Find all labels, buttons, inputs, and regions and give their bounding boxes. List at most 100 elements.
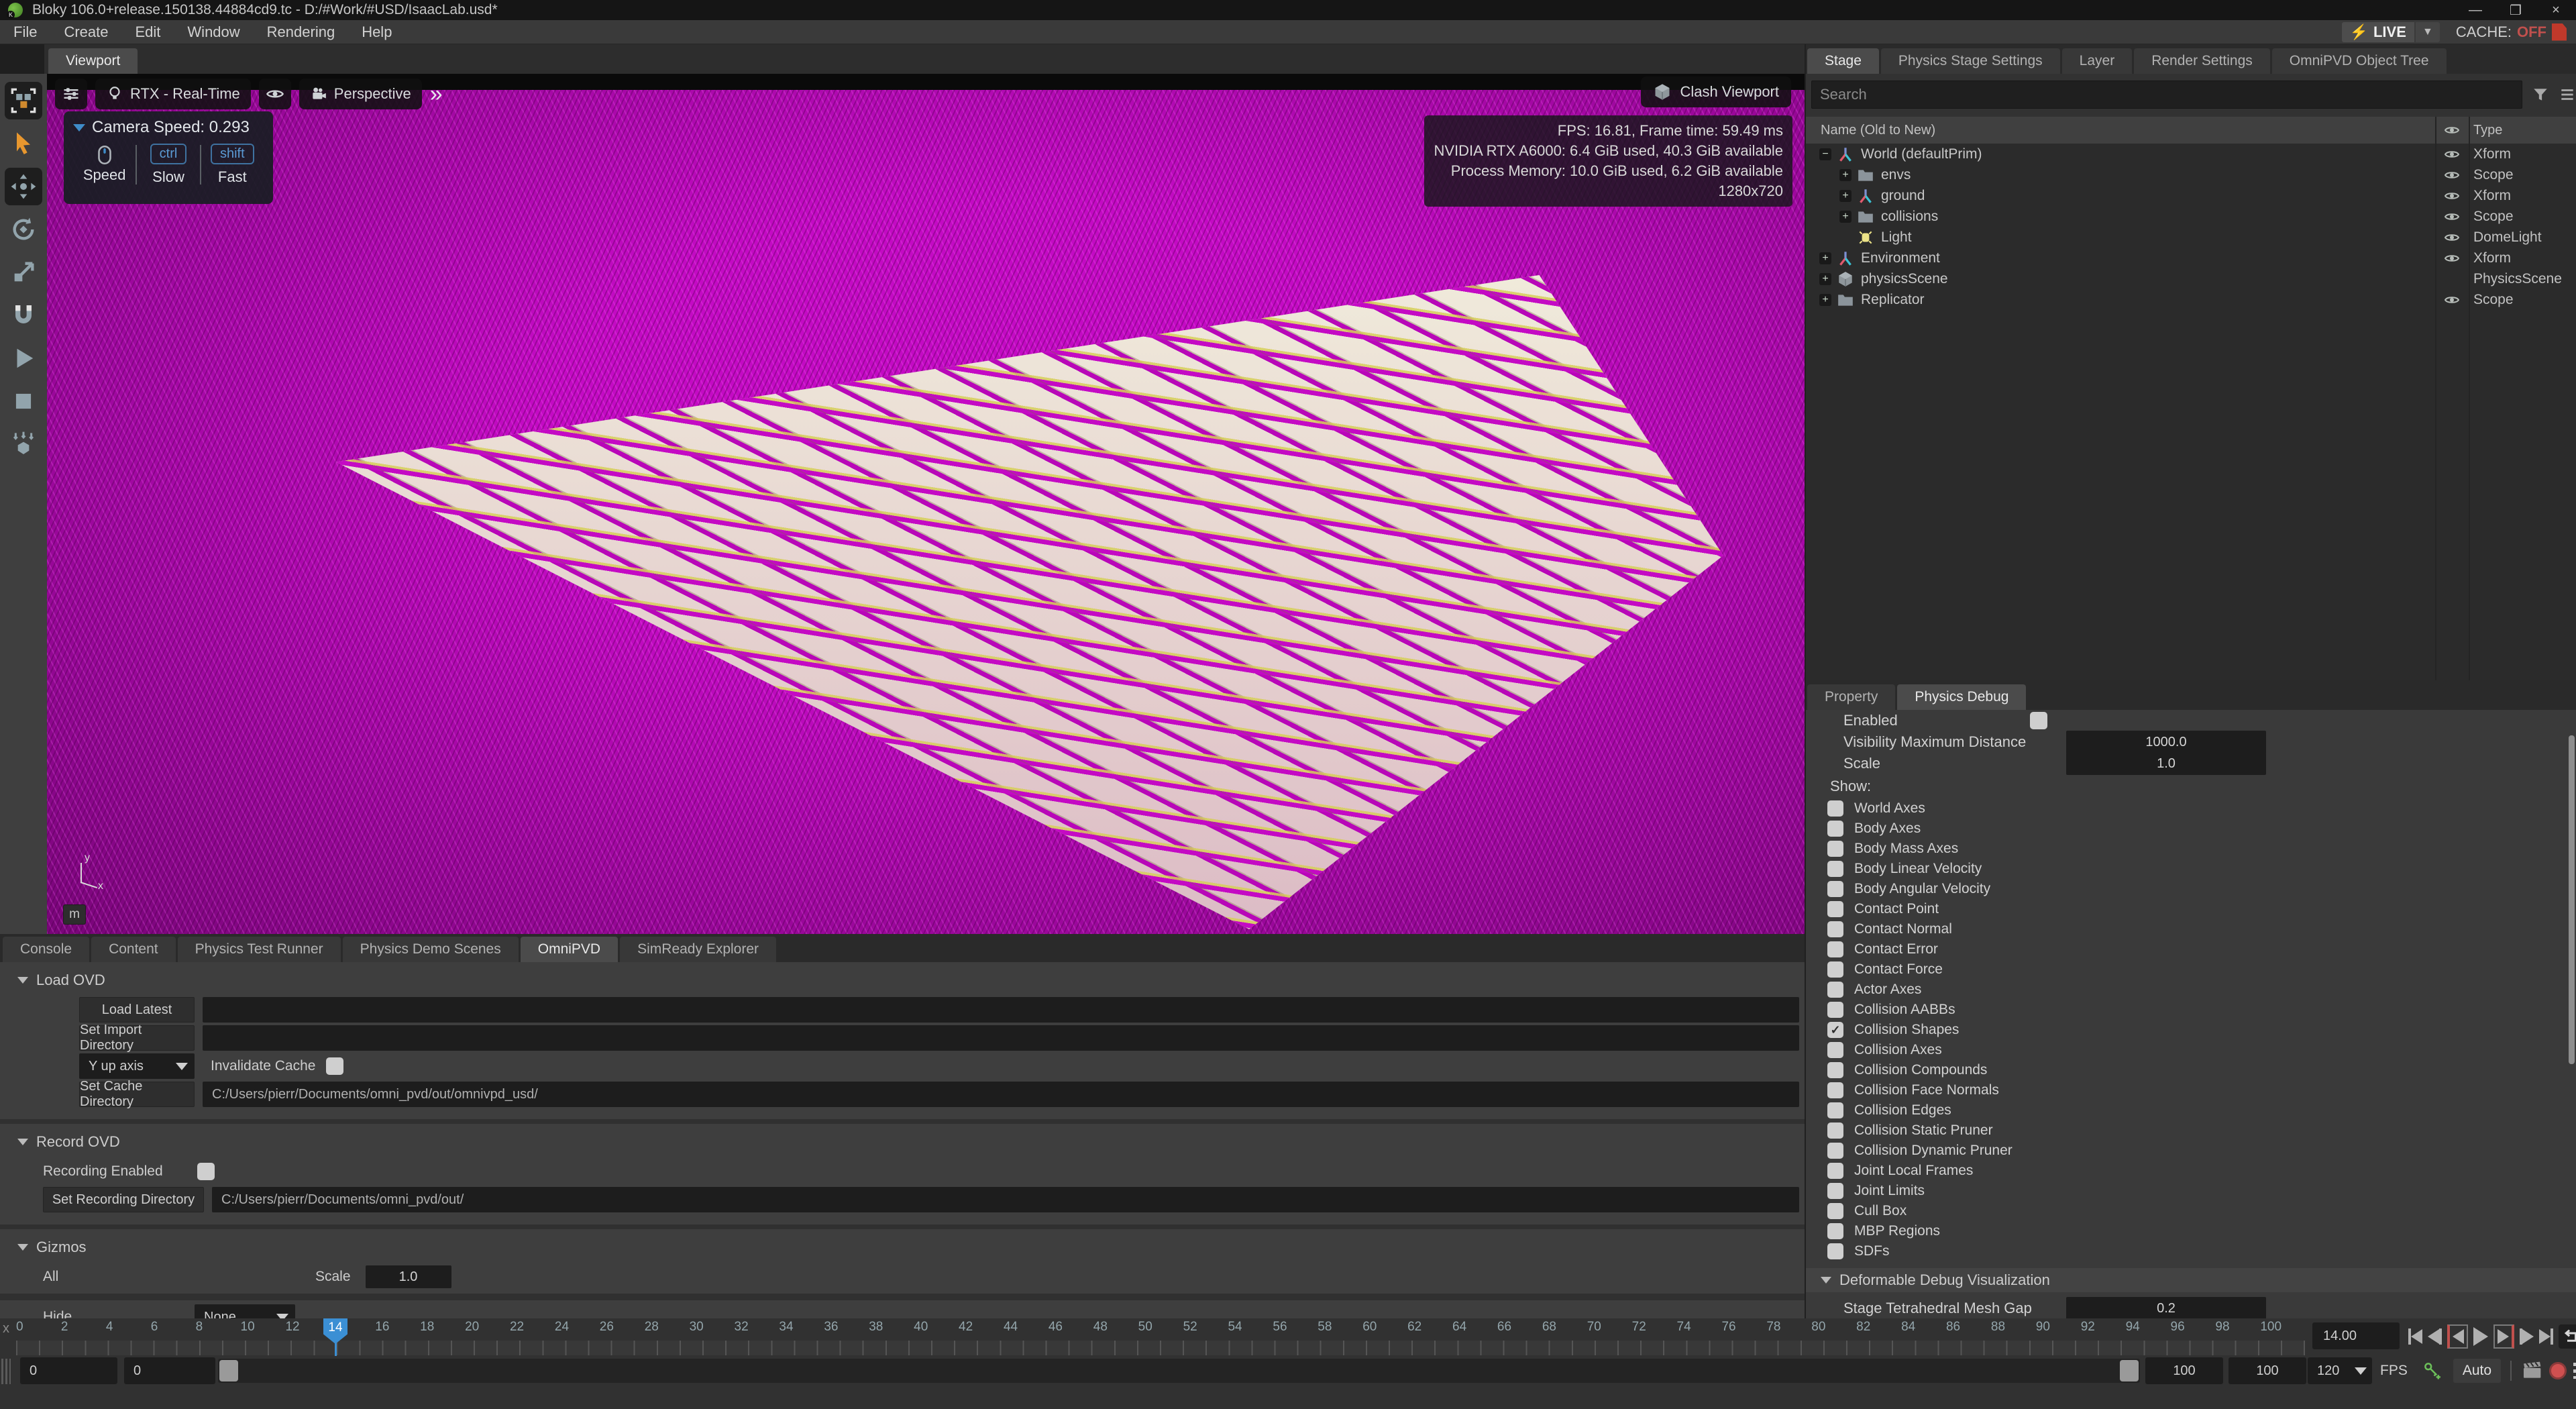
physics-drop-button[interactable] bbox=[5, 425, 42, 463]
stage-tree-row[interactable]: ground Xform bbox=[1806, 185, 2576, 206]
debug-option-row[interactable]: Collision Compounds bbox=[1827, 1060, 2576, 1080]
live-sync-button[interactable]: ⚡ LIVE bbox=[2342, 22, 2414, 42]
cache-directory-field[interactable]: C:/Users/pierr/Documents/omni_pvd/out/om… bbox=[203, 1082, 1799, 1107]
recording-enabled-checkbox[interactable] bbox=[197, 1163, 215, 1180]
list-options-icon[interactable] bbox=[2559, 86, 2576, 103]
debug-option-row[interactable]: World Axes bbox=[1827, 798, 2576, 819]
debug-option-checkbox[interactable] bbox=[1827, 841, 1843, 857]
debug-option-row[interactable]: Body Linear Velocity bbox=[1827, 859, 2576, 879]
debug-option-checkbox[interactable] bbox=[1827, 881, 1843, 897]
debug-option-row[interactable]: Collision Dynamic Pruner bbox=[1827, 1141, 2576, 1161]
timeline-ruler[interactable]: 0 2 4 6 8 10 12 14 16 18 20 22 bbox=[16, 1320, 2305, 1340]
load-latest-field[interactable] bbox=[203, 997, 1799, 1023]
auto-key-button[interactable]: Auto bbox=[2453, 1359, 2501, 1383]
add-keyframe-icon[interactable] bbox=[2422, 1361, 2443, 1381]
set-cache-directory-button[interactable]: Set Cache Directory bbox=[79, 1082, 195, 1107]
stage-tree-row[interactable]: Replicator Scope bbox=[1806, 289, 2576, 310]
cache-file-icon[interactable] bbox=[2552, 23, 2567, 41]
debug-option-checkbox[interactable] bbox=[1827, 1022, 1843, 1038]
property-panel-tab[interactable]: Property bbox=[1807, 684, 1895, 710]
current-frame-field[interactable]: 14.00 bbox=[2312, 1322, 2400, 1349]
timeline-zoom-scrollbar[interactable] bbox=[218, 1359, 2140, 1383]
debug-option-row[interactable]: Actor Axes bbox=[1827, 980, 2576, 1000]
debug-option-row[interactable]: Collision Static Pruner bbox=[1827, 1120, 2576, 1141]
debug-option-row[interactable]: Contact Error bbox=[1827, 939, 2576, 959]
expander-icon[interactable] bbox=[1819, 294, 1831, 306]
load-ovd-header[interactable]: Load OVD bbox=[0, 968, 1805, 994]
play-button[interactable] bbox=[5, 340, 42, 377]
debug-option-checkbox[interactable] bbox=[1827, 921, 1843, 937]
menu-item[interactable]: Create bbox=[50, 20, 121, 44]
expander-icon[interactable] bbox=[1819, 252, 1831, 264]
debug-option-checkbox[interactable] bbox=[1827, 1183, 1843, 1199]
close-button[interactable]: × bbox=[2536, 0, 2576, 20]
scrollbar-left-handle[interactable] bbox=[219, 1360, 238, 1381]
debug-option-checkbox[interactable] bbox=[1827, 1002, 1843, 1018]
visibility-eye-icon[interactable] bbox=[2440, 229, 2464, 246]
set-recording-directory-button[interactable]: Set Recording Directory bbox=[43, 1187, 204, 1212]
bottom-panel-tab[interactable]: Physics Demo Scenes bbox=[343, 937, 519, 962]
expander-icon[interactable] bbox=[1819, 148, 1831, 160]
type-column-header[interactable]: Type bbox=[2473, 123, 2502, 138]
step-forward-button[interactable] bbox=[2520, 1324, 2534, 1349]
debug-option-checkbox[interactable] bbox=[1827, 1082, 1843, 1098]
debug-option-row[interactable]: Collision AABBs bbox=[1827, 1000, 2576, 1020]
bottom-panel-tab[interactable]: SimReady Explorer bbox=[620, 937, 776, 962]
scrollbar-right-handle[interactable] bbox=[2120, 1360, 2139, 1381]
debug-option-row[interactable]: Contact Force bbox=[1827, 959, 2576, 980]
play-button-timeline[interactable] bbox=[2473, 1324, 2488, 1349]
panel-scrollbar[interactable] bbox=[2569, 735, 2575, 1064]
filter-icon[interactable] bbox=[2532, 86, 2549, 103]
debug-option-checkbox[interactable] bbox=[1827, 1243, 1843, 1259]
name-column-header[interactable]: Name (Old to New) bbox=[1821, 123, 1935, 138]
next-keyframe-button[interactable] bbox=[2493, 1324, 2514, 1349]
move-tool-button[interactable] bbox=[5, 168, 42, 205]
debug-option-checkbox[interactable] bbox=[1827, 961, 1843, 978]
selection-mode-button[interactable] bbox=[5, 82, 42, 119]
expander-icon[interactable] bbox=[1819, 273, 1831, 285]
loop-toggle-button[interactable] bbox=[2559, 1324, 2576, 1349]
visibility-eye-icon[interactable] bbox=[2440, 188, 2464, 204]
import-directory-field[interactable] bbox=[203, 1025, 1799, 1051]
invalidate-cache-checkbox[interactable] bbox=[326, 1057, 343, 1075]
debug-option-row[interactable]: Body Angular Velocity bbox=[1827, 879, 2576, 899]
bottom-panel-tab[interactable]: Physics Test Runner bbox=[178, 937, 341, 962]
menu-item[interactable]: File bbox=[0, 20, 50, 44]
debug-option-row[interactable]: Contact Point bbox=[1827, 899, 2576, 919]
debug-option-checkbox[interactable] bbox=[1827, 982, 1843, 998]
expander-icon[interactable] bbox=[1839, 190, 1851, 202]
range-start-field[interactable]: 0 bbox=[20, 1357, 117, 1384]
debug-option-row[interactable]: Collision Face Normals bbox=[1827, 1080, 2576, 1100]
debug-option-row[interactable]: MBP Regions bbox=[1827, 1221, 2576, 1241]
clash-viewport-button[interactable]: Clash Viewport bbox=[1641, 76, 1791, 107]
debug-option-row[interactable]: Cull Box bbox=[1827, 1201, 2576, 1221]
bottom-panel-tab[interactable]: Content bbox=[91, 937, 176, 962]
debug-option-row[interactable]: Body Axes bbox=[1827, 819, 2576, 839]
debug-option-checkbox[interactable] bbox=[1827, 821, 1843, 837]
timeline-menu-icon[interactable] bbox=[2573, 1363, 2576, 1379]
tab-viewport[interactable]: Viewport bbox=[48, 48, 138, 74]
minimize-button[interactable]: — bbox=[2455, 0, 2496, 20]
enabled-checkbox[interactable] bbox=[2030, 712, 2047, 729]
collapse-triangle-icon[interactable] bbox=[73, 124, 85, 132]
expander-icon[interactable] bbox=[1839, 169, 1851, 181]
tetrahedral-mesh-gap-value[interactable]: 0.2 bbox=[2066, 1297, 2266, 1318]
range-start-field-2[interactable]: 0 bbox=[124, 1357, 215, 1384]
property-panel-tab[interactable]: Physics Debug bbox=[1897, 684, 2026, 710]
timeline-close-icon[interactable]: x bbox=[3, 1321, 9, 1337]
maximize-button[interactable]: ❐ bbox=[2496, 0, 2536, 20]
visibility-max-distance-value[interactable]: 1000.0 bbox=[2066, 731, 2266, 753]
skip-to-end-button[interactable] bbox=[2539, 1324, 2553, 1349]
bottom-panel-tab[interactable]: OmniPVD bbox=[521, 937, 618, 962]
up-axis-dropdown[interactable]: Y up axis bbox=[79, 1053, 195, 1079]
visibility-column-header[interactable] bbox=[2440, 122, 2464, 138]
stage-panel-tab[interactable]: Stage bbox=[1807, 48, 1879, 74]
visibility-eye-icon[interactable] bbox=[2440, 209, 2464, 225]
debug-option-checkbox[interactable] bbox=[1827, 1123, 1843, 1139]
menu-item[interactable]: Window bbox=[174, 20, 253, 44]
debug-option-row[interactable]: Contact Normal bbox=[1827, 919, 2576, 939]
skip-to-start-button[interactable] bbox=[2408, 1324, 2422, 1349]
toolbar-expand-chevrons-icon[interactable]: » bbox=[430, 81, 439, 107]
debug-option-row[interactable]: Body Mass Axes bbox=[1827, 839, 2576, 859]
deformable-debug-header[interactable]: Deformable Debug Visualization bbox=[1806, 1268, 2576, 1292]
